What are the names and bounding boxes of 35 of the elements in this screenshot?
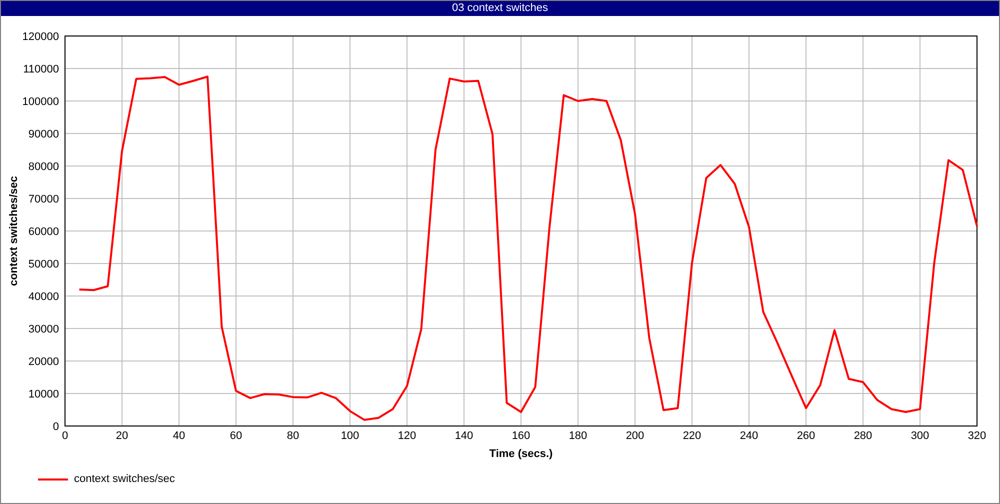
axis-tick-label: 140 bbox=[454, 430, 474, 442]
axis-tick-label: 220 bbox=[682, 430, 702, 442]
axis-tick-label: 0 bbox=[52, 421, 59, 433]
axis-tick-label: 80 bbox=[286, 430, 300, 442]
axis-tick-label: 60000 bbox=[28, 226, 59, 238]
window-title: 03 context switches bbox=[1, 1, 999, 16]
axis-tick-label: 120 bbox=[398, 430, 416, 442]
axis-tick-label: 60 bbox=[230, 430, 242, 442]
x-axis-label: Time (secs.) bbox=[489, 448, 553, 460]
axis-tick-label: 240 bbox=[740, 430, 758, 442]
axis-tick-label: 280 bbox=[854, 430, 872, 442]
axis-tick-label: 100000 bbox=[22, 96, 59, 108]
axis-tick-label: 40000 bbox=[28, 291, 59, 303]
axis-tick-label: 70000 bbox=[28, 194, 59, 206]
axis-tick-label: 320 bbox=[968, 430, 986, 442]
axis-tick-label: 100 bbox=[340, 430, 360, 442]
legend-line-icon bbox=[38, 478, 68, 481]
axis-tick-label: 110000 bbox=[23, 64, 59, 76]
axis-tick-label: 260 bbox=[796, 430, 816, 442]
legend-label: context switches/sec bbox=[74, 472, 175, 487]
axis-tick-label: 50000 bbox=[28, 258, 59, 270]
axis-tick-label: 80000 bbox=[28, 161, 59, 173]
axis-tick-label: 20000 bbox=[28, 356, 59, 368]
axis-tick-label: 10000 bbox=[28, 388, 59, 400]
axis-tick-label: 300 bbox=[910, 430, 930, 442]
axis-tick-label: 30000 bbox=[28, 324, 59, 336]
axis-tick-label: 200 bbox=[626, 430, 644, 442]
axis-tick-label: 40 bbox=[172, 430, 186, 442]
axis-tick-label: 90000 bbox=[28, 128, 59, 140]
axis-tick-label: 160 bbox=[512, 430, 530, 442]
axis-tick-label: 0 bbox=[62, 430, 68, 442]
axis-tick-label: 20 bbox=[116, 430, 128, 442]
axis-tick-label: 120000 bbox=[22, 31, 59, 43]
axis-tick-label: 180 bbox=[568, 430, 588, 442]
y-axis-label: context switches/sec bbox=[8, 176, 20, 286]
